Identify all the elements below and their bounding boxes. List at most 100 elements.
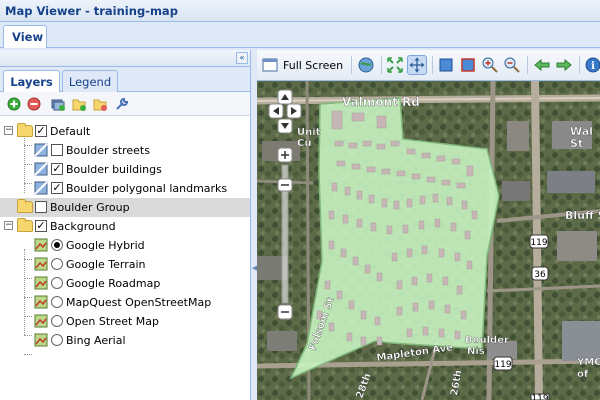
group-background-checkbox[interactable]: ✓ xyxy=(35,220,47,232)
zoom-in-icon[interactable] xyxy=(480,55,500,75)
label-boulder: Boulder xyxy=(465,335,509,346)
layer-open-street-map-label: Open Street Map xyxy=(66,315,160,328)
remove-folder-icon[interactable] xyxy=(93,97,107,111)
folder-open-icon xyxy=(17,218,33,232)
next-extent-icon[interactable] xyxy=(554,55,574,75)
layers-panel-header: « xyxy=(0,50,250,67)
tab-legend-label: Legend xyxy=(68,75,112,89)
tree-group-boulder[interactable]: Boulder Group xyxy=(0,198,250,217)
layer-mapquest-osm-radio[interactable] xyxy=(51,296,63,308)
label-nis: Nis xyxy=(467,346,485,357)
pan-icon[interactable] xyxy=(407,55,427,75)
collapse-toggle-icon[interactable]: − xyxy=(4,126,13,135)
group-default-checkbox[interactable]: ✓ xyxy=(35,125,47,137)
layer-boulder-landmarks-checkbox[interactable]: ✓ xyxy=(51,182,63,194)
layer-boulder-landmarks-label: Boulder polygonal landmarks xyxy=(66,182,228,195)
raster-layer-icon xyxy=(34,238,48,252)
double-chevron-left-icon[interactable]: « xyxy=(236,52,248,64)
tab-legend[interactable]: Legend xyxy=(62,70,118,92)
vector-layer-icon xyxy=(34,181,48,195)
map-imagery[interactable]: Valmont Rd Unit Cu Wal St Bluff S Boulde… xyxy=(257,81,600,400)
layer-google-terrain-radio[interactable] xyxy=(51,258,63,270)
layer-google-hybrid-label: Google Hybrid xyxy=(66,239,145,252)
window-title-bar: Map Viewer - training-map xyxy=(0,0,600,22)
svg-text:i: i xyxy=(591,61,595,72)
full-screen-button[interactable]: Full Screen xyxy=(283,59,343,72)
layer-google-hybrid-radio[interactable] xyxy=(51,239,63,251)
label-univ: Unit xyxy=(297,127,321,138)
tree-group-default[interactable]: − ✓ Default xyxy=(0,122,250,141)
layers-panel: « Layers Legend − ✓ Default Boulder stre… xyxy=(0,50,251,400)
zoom-extent-icon[interactable] xyxy=(385,55,405,75)
tree-layer-boulder-buildings[interactable]: ✓ Boulder buildings xyxy=(0,160,250,179)
label-of: of xyxy=(577,369,589,380)
shield-119-b: 119 xyxy=(494,360,511,370)
add-layer-icon[interactable] xyxy=(7,97,21,111)
collapse-toggle-icon[interactable]: − xyxy=(4,221,13,230)
raster-layer-icon xyxy=(34,314,48,328)
layer-google-roadmap-label: Google Roadmap xyxy=(66,277,161,290)
layer-mapquest-osm-label: MapQuest OpenStreetMap xyxy=(66,296,212,309)
tab-layers-label: Layers xyxy=(10,75,53,89)
layer-bing-aerial-radio[interactable] xyxy=(51,334,63,346)
group-boulder-label: Boulder Group xyxy=(50,201,130,214)
folder-open-icon xyxy=(17,123,33,137)
shield-119-c: 119 xyxy=(531,394,548,400)
tree-layer-mapquest-osm[interactable]: MapQuest OpenStreetMap xyxy=(0,293,250,312)
layer-boulder-streets-label: Boulder streets xyxy=(66,144,150,157)
add-folder-icon[interactable] xyxy=(72,97,86,111)
layer-open-street-map-radio[interactable] xyxy=(51,315,63,327)
zoom-to-max-extent-icon[interactable] xyxy=(356,55,376,75)
group-default-label: Default xyxy=(50,125,91,138)
raster-layer-icon xyxy=(34,295,48,309)
label-valmont-rd: Valmont Rd xyxy=(342,95,420,109)
map-toolbar: Full Screen i xyxy=(257,50,600,81)
layer-properties-wrench-icon[interactable] xyxy=(115,97,129,111)
layer-bing-aerial-label: Bing Aerial xyxy=(66,334,126,347)
label-ymc: YMC xyxy=(576,357,600,368)
layer-boulder-buildings-label: Boulder buildings xyxy=(66,163,162,176)
raster-layer-icon xyxy=(34,257,48,271)
label-bluff: Bluff S xyxy=(565,209,600,222)
vector-layer-icon xyxy=(34,162,48,176)
map-canvas[interactable]: Valmont Rd Unit Cu Wal St Bluff S Boulde… xyxy=(257,81,600,400)
layers-panel-tabs: Layers Legend xyxy=(0,67,250,93)
folder-closed-icon xyxy=(17,199,33,213)
tree-layer-boulder-streets[interactable]: Boulder streets xyxy=(0,141,250,160)
tree-layer-bing-aerial[interactable]: Bing Aerial xyxy=(0,331,250,350)
layer-boulder-buildings-checkbox[interactable]: ✓ xyxy=(51,163,63,175)
tab-layers[interactable]: Layers xyxy=(3,70,60,93)
raster-layer-icon xyxy=(34,333,48,347)
tree-layer-google-hybrid[interactable]: Google Hybrid xyxy=(0,236,250,255)
zoom-out-icon[interactable] xyxy=(502,55,522,75)
layer-google-roadmap-radio[interactable] xyxy=(51,277,63,289)
top-tab-strip: View xyxy=(0,22,600,48)
shield-36: 36 xyxy=(534,270,546,280)
group-background-label: Background xyxy=(50,220,116,233)
shield-119: 119 xyxy=(530,238,547,248)
info-icon[interactable]: i xyxy=(583,55,600,75)
group-boulder-checkbox[interactable] xyxy=(35,201,47,213)
layer-google-terrain-label: Google Terrain xyxy=(66,258,146,271)
tree-group-background[interactable]: − ✓ Background xyxy=(0,217,250,236)
tree-layer-google-terrain[interactable]: Google Terrain xyxy=(0,255,250,274)
layers-toolbar xyxy=(0,92,250,116)
zoom-box-in-icon[interactable] xyxy=(436,55,456,75)
full-screen-icon[interactable] xyxy=(260,55,280,75)
tab-view-label: View xyxy=(12,30,44,44)
tab-view[interactable]: View xyxy=(3,25,47,48)
zoom-box-out-icon[interactable] xyxy=(458,55,478,75)
map-panel: Full Screen i Valmont Rd Unit Cu Wal St … xyxy=(257,50,600,400)
previous-extent-icon[interactable] xyxy=(532,55,552,75)
raster-layer-icon xyxy=(34,276,48,290)
add-server-icon[interactable] xyxy=(51,97,65,111)
label-univ2: Cu xyxy=(297,138,311,149)
tree-layer-google-roadmap[interactable]: Google Roadmap xyxy=(0,274,250,293)
tree-layer-open-street-map[interactable]: Open Street Map xyxy=(0,312,250,331)
remove-layer-icon[interactable] xyxy=(27,97,41,111)
tree-layer-boulder-landmarks[interactable]: ✓ Boulder polygonal landmarks xyxy=(0,179,250,198)
layer-boulder-streets-checkbox[interactable] xyxy=(51,144,63,156)
label-wal2: St xyxy=(570,137,583,150)
vector-layer-icon xyxy=(34,143,48,157)
window-title: Map Viewer - training-map xyxy=(5,4,178,18)
